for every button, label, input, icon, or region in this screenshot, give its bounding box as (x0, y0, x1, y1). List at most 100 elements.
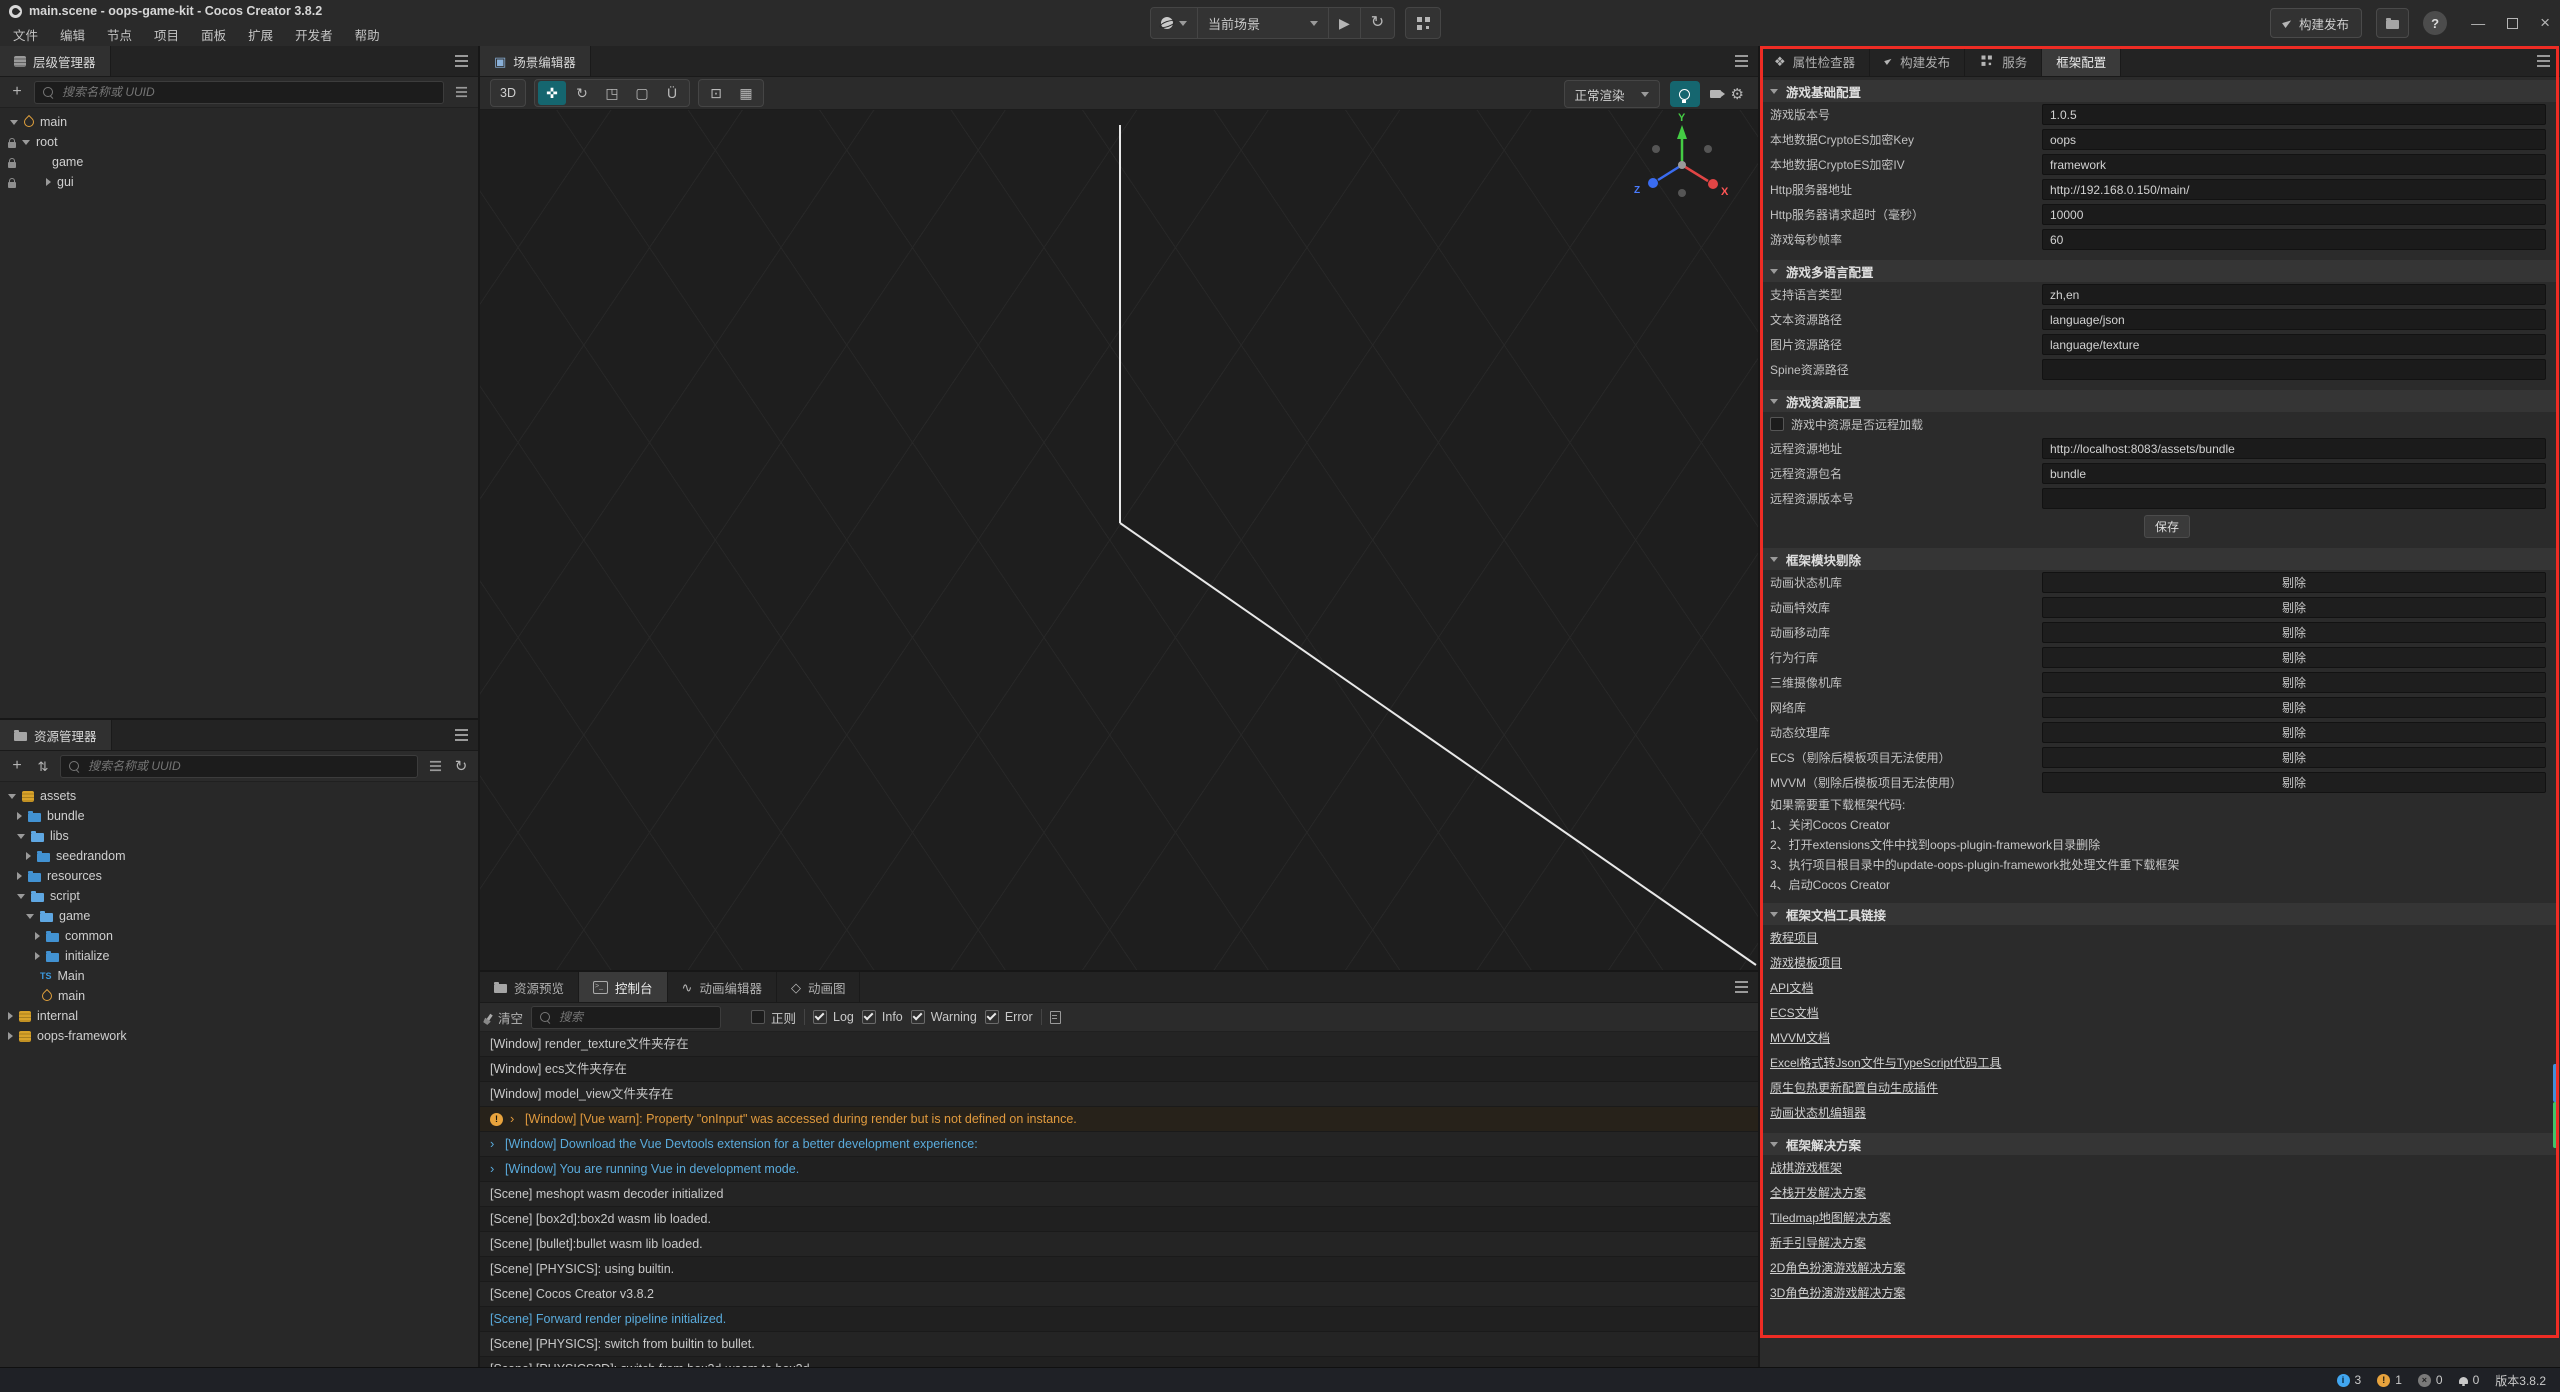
status-info-count[interactable]: i 3 (2337, 1373, 2362, 1387)
build-publish-button[interactable]: 构建发布 (2270, 8, 2362, 38)
menu-project[interactable]: 项目 (143, 25, 190, 44)
panel-menu-icon[interactable] (1735, 60, 1748, 62)
chevron-down-icon[interactable] (17, 894, 25, 899)
tab-framework-config[interactable]: 框架配置 (2042, 46, 2121, 76)
tab-animation-editor[interactable]: ∿ 动画编辑器 (668, 972, 777, 1002)
console-search-input[interactable] (557, 1009, 718, 1025)
status-warning-count[interactable]: ! 1 (2377, 1373, 2402, 1387)
solution-link-3drpg[interactable]: 3D角色扮演游戏解决方案 (1770, 1284, 1905, 1301)
scene-select-dropdown[interactable]: 当前场景 (1198, 8, 1329, 38)
save-button[interactable]: 保存 (2144, 515, 2190, 538)
create-node-button[interactable]: + (8, 81, 26, 103)
section-solutions[interactable]: 框架解决方案 (1760, 1133, 2558, 1155)
filter-icon[interactable] (455, 91, 466, 93)
rotate-tool-button[interactable]: ↻ (568, 81, 596, 105)
tree-row[interactable]: seedrandom (0, 846, 478, 866)
tab-asset-preview[interactable]: 资源预览 (480, 972, 579, 1002)
text-path-input[interactable] (2042, 309, 2546, 330)
remote-load-checkbox[interactable] (1770, 417, 1784, 431)
tree-row[interactable]: assets (0, 786, 478, 806)
scene-viewport[interactable]: Y X Z (480, 110, 1758, 970)
console-row-info[interactable]: › [Window] You are running Vue in develo… (480, 1157, 1758, 1182)
clear-console-button[interactable]: 清空 (488, 1006, 523, 1028)
chevron-right-icon[interactable] (35, 932, 40, 940)
tab-build-publish[interactable]: 构建发布 (1870, 46, 1965, 76)
remove-module-button[interactable]: 剔除 (2042, 647, 2546, 668)
minimize-button[interactable]: — (2471, 15, 2485, 31)
tab-property-inspector[interactable]: ❖ 属性检查器 (1760, 46, 1870, 76)
play-button[interactable]: ▶ (1329, 8, 1361, 38)
tree-row[interactable]: resources (0, 866, 478, 886)
expand-chevron-icon[interactable]: › (490, 1157, 498, 1181)
refresh-icon[interactable]: ↻ (452, 755, 470, 777)
tab-animation-graph[interactable]: ◇ 动画图 (777, 972, 861, 1002)
chevron-down-icon[interactable] (22, 140, 30, 145)
remove-module-button[interactable]: 剔除 (2042, 697, 2546, 718)
panel-menu-icon[interactable] (2537, 60, 2550, 62)
scrollbar-thumb-green[interactable] (2553, 1102, 2558, 1148)
expand-chevron-icon[interactable]: › (490, 1132, 498, 1156)
remove-module-button[interactable]: 剔除 (2042, 572, 2546, 593)
remove-module-button[interactable]: 剔除 (2042, 747, 2546, 768)
maximize-button[interactable] (2507, 18, 2518, 29)
camera-icon[interactable] (1710, 90, 1721, 98)
orientation-gizmo[interactable]: Y X Z (1622, 110, 1742, 220)
game-version-input[interactable] (2042, 104, 2546, 125)
tree-row[interactable]: libs (0, 826, 478, 846)
tree-row[interactable]: oops-framework (0, 1026, 478, 1046)
doc-link-tutorial[interactable]: 教程项目 (1770, 929, 1818, 946)
chevron-down-icon[interactable] (17, 834, 25, 839)
tree-row[interactable]: TS Main (0, 966, 478, 986)
http-server-input[interactable] (2042, 179, 2546, 200)
panel-menu-icon[interactable] (455, 60, 468, 62)
render-mode-dropdown[interactable]: 正常渲染 (1564, 80, 1660, 108)
solution-link-2drpg[interactable]: 2D角色扮演游戏解决方案 (1770, 1259, 1905, 1276)
preview-target-button[interactable] (1151, 8, 1198, 38)
create-asset-button[interactable]: + (8, 755, 26, 777)
tree-row[interactable]: initialize (0, 946, 478, 966)
hierarchy-tab[interactable]: 层级管理器 (0, 46, 111, 76)
doc-link-template[interactable]: 游戏模板项目 (1770, 954, 1842, 971)
tree-row[interactable]: main (0, 112, 478, 132)
regex-checkbox[interactable]: 正则 (751, 1008, 796, 1027)
section-resource[interactable]: 游戏资源配置 (1760, 390, 2558, 412)
chevron-down-icon[interactable] (26, 914, 34, 919)
menu-file[interactable]: 文件 (2, 25, 49, 44)
menu-extension[interactable]: 扩展 (237, 25, 284, 44)
menu-edit[interactable]: 编辑 (49, 25, 96, 44)
tab-services[interactable]: 服务 (1965, 46, 2042, 76)
rect-tool-button[interactable]: ▢ (628, 81, 656, 105)
chevron-right-icon[interactable] (17, 812, 22, 820)
chevron-right-icon[interactable] (8, 1032, 13, 1040)
tab-console[interactable]: 控制台 (579, 972, 668, 1002)
doc-link-mvvm[interactable]: MVVM文档 (1770, 1029, 1830, 1046)
panel-menu-icon[interactable] (455, 734, 468, 736)
snap-tool-button[interactable]: ⊡ (702, 81, 730, 105)
remote-version-input[interactable] (2042, 488, 2546, 509)
spine-path-input[interactable] (2042, 359, 2546, 380)
scrollbar-thumb-blue[interactable] (2553, 1064, 2558, 1102)
filter-warning-checkbox[interactable]: Warning (911, 1010, 977, 1024)
http-timeout-input[interactable] (2042, 204, 2546, 225)
gear-icon[interactable]: ⚙ (1731, 87, 1744, 102)
filter-error-checkbox[interactable]: Error (985, 1010, 1033, 1024)
hierarchy-search-input[interactable] (60, 84, 435, 100)
chevron-down-icon[interactable] (8, 794, 16, 799)
tree-row[interactable]: gui (0, 172, 478, 192)
sort-icon[interactable]: ⇅ (34, 755, 52, 777)
remove-module-button[interactable]: 剔除 (2042, 772, 2546, 793)
doc-link-ecs[interactable]: ECS文档 (1770, 1004, 1819, 1021)
section-docs[interactable]: 框架文档工具链接 (1760, 903, 2558, 925)
lock-icon[interactable] (8, 182, 16, 188)
remote-bundle-input[interactable] (2042, 463, 2546, 484)
help-button[interactable]: ? (2423, 11, 2447, 35)
scene-light-toggle[interactable] (1670, 81, 1700, 107)
remove-module-button[interactable]: 剔除 (2042, 672, 2546, 693)
menu-help[interactable]: 帮助 (344, 25, 391, 44)
status-error-count[interactable]: × 0 (2418, 1373, 2443, 1387)
panel-menu-icon[interactable] (1735, 986, 1748, 988)
filter-log-checkbox[interactable]: Log (813, 1010, 854, 1024)
section-modules[interactable]: 框架模块剔除 (1760, 548, 2558, 570)
open-project-folder-button[interactable] (2376, 8, 2409, 38)
status-notifications[interactable]: 0 (2459, 1373, 2480, 1387)
